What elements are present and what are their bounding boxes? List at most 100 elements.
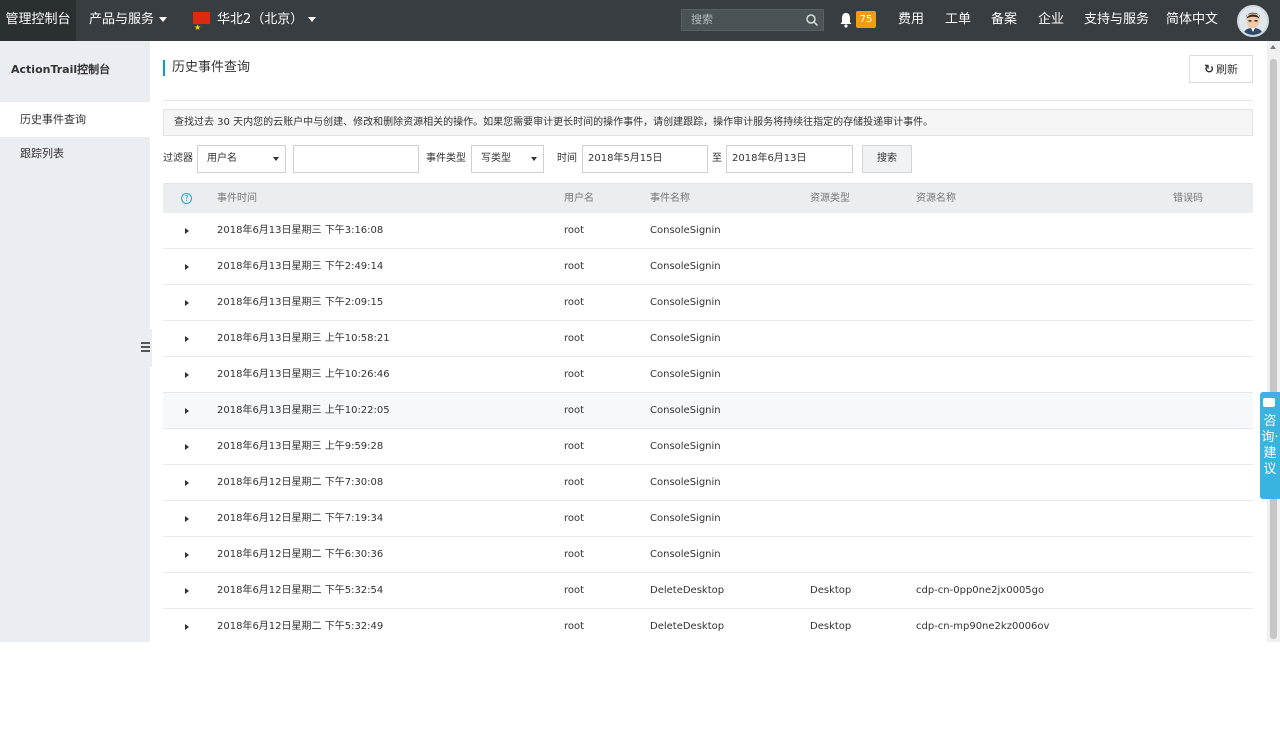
expand-row-icon[interactable] [185,444,189,450]
filter-field-select[interactable]: 用户名 [197,145,286,173]
sidebar-collapse-toggle[interactable] [139,329,152,367]
region-selector[interactable]: 华北2（北京） [193,0,317,48]
expand-row-icon[interactable] [185,300,189,306]
cell-event-time: 2018年6月13日星期三 下午2:09:15 [217,297,384,308]
cell-username: root [564,405,585,416]
help-icon[interactable]: ? [181,193,192,204]
filter-value-input[interactable] [293,145,419,173]
event-type-select[interactable]: 写类型 [471,145,544,173]
time-label: 时间 [557,153,577,164]
table-row[interactable]: 2018年6月13日星期三 下午2:09:15 root ConsoleSignin [163,285,1253,321]
products-label: 产品与服务 [89,12,155,27]
scrollbar-thumb[interactable] [1270,59,1277,639]
nav-icp-filing[interactable]: 备案 [991,0,1017,41]
expand-row-icon[interactable] [185,372,189,378]
expand-row-icon[interactable] [185,552,189,558]
chevron-down-icon [159,17,168,22]
cell-event-name: ConsoleSignin [650,297,721,308]
expand-row-icon[interactable] [185,624,189,630]
console-home-link[interactable]: 管理控制台 [0,0,76,41]
filter-label: 过滤器 [163,153,193,164]
cell-event-time: 2018年6月13日星期三 下午2:49:14 [217,261,384,272]
china-flag-icon [193,8,210,48]
consult-feedback-tab[interactable]: 咨询·建议 [1260,392,1280,499]
sidebar-item-event-history[interactable]: 历史事件查询 [0,102,150,137]
table-row[interactable]: 2018年6月13日星期三 上午10:26:46 root ConsoleSigni… [163,357,1253,393]
cell-event-name: ConsoleSignin [650,441,721,452]
table-row[interactable]: 2018年6月12日星期二 下午5:32:49 root DeleteDesktop… [163,609,1253,642]
table-row[interactable]: 2018年6月13日星期三 上午10:58:21 root ConsoleSigni… [163,321,1253,357]
expand-row-icon[interactable] [185,516,189,522]
start-date-value: 2018年5月15日 [588,153,663,164]
cell-event-name: ConsoleSignin [650,477,721,488]
cell-event-time: 2018年6月12日星期二 下午5:32:49 [217,621,384,632]
table-row[interactable]: 2018年6月12日星期二 下午5:32:54 root DeleteDesktop… [163,573,1253,609]
cell-username: root [564,297,585,308]
bell-icon[interactable] [838,11,854,29]
cell-username: root [564,513,585,524]
cell-username: root [564,477,585,488]
expand-row-icon[interactable] [185,408,189,414]
refresh-button[interactable]: ↻ 刷新 [1189,55,1253,83]
scroll-up-arrow-icon[interactable] [1270,45,1276,49]
cell-resource-type: Desktop [810,621,852,632]
table-header: ? 事件时间 用户名 事件名称 资源类型 资源名称 错误码 [163,183,1253,213]
global-search [681,9,824,31]
chevron-down-icon [273,157,279,161]
cell-event-name: DeleteDesktop [650,621,725,632]
cell-event-name: ConsoleSignin [650,261,721,272]
title-divider [163,100,1253,101]
table-row[interactable]: 2018年6月12日星期二 下午7:19:34 root ConsoleSignin [163,501,1253,537]
nav-tickets[interactable]: 工单 [945,0,971,41]
cell-event-name: ConsoleSignin [650,513,721,524]
cell-event-time: 2018年6月13日星期三 上午10:26:46 [217,369,390,380]
page-scrollbar[interactable] [1267,41,1280,642]
table-row[interactable]: 2018年6月12日星期二 下午7:30:08 root ConsoleSignin [163,465,1253,501]
products-menu[interactable]: 产品与服务 [89,0,168,41]
table-row[interactable]: 2018年6月13日星期三 上午9:59:28 root ConsoleSignin [163,429,1253,465]
chevron-down-icon [531,157,537,161]
end-date-value: 2018年6月13日 [732,153,807,164]
user-avatar[interactable] [1237,5,1269,37]
nav-support[interactable]: 支持与服务 [1084,0,1149,41]
cell-username: root [564,369,585,380]
cell-event-time: 2018年6月13日星期三 上午10:58:21 [217,333,390,344]
sidebar-title: ActionTrail控制台 [11,63,111,76]
expand-row-icon[interactable] [185,264,189,270]
cell-resource-name: cdp-cn-0pp0ne2jx0005go [916,585,1045,596]
col-username: 用户名 [564,193,594,204]
start-date-picker[interactable]: 2018年5月15日 [582,145,708,173]
expand-row-icon[interactable] [185,228,189,234]
nav-enterprise[interactable]: 企业 [1038,0,1064,41]
date-range-separator: 至 [712,153,722,164]
table-body: 2018年6月13日星期三 下午3:16:08 root ConsoleSignin… [163,213,1253,642]
avatar-face-icon [1239,7,1267,35]
end-date-picker[interactable]: 2018年6月13日 [726,145,853,173]
consult-tab-label: 咨询·建议 [1261,414,1279,477]
sidebar-item-label: 历史事件查询 [20,113,86,126]
expand-row-icon[interactable] [185,336,189,342]
cell-event-time: 2018年6月12日星期二 下午7:30:08 [217,477,384,488]
search-icon[interactable] [805,13,819,27]
cell-username: root [564,621,585,632]
expand-row-icon[interactable] [185,480,189,486]
nav-billing[interactable]: 费用 [898,0,924,41]
table-row[interactable]: 2018年6月13日星期三 上午10:22:05 root ConsoleSigni… [163,393,1253,429]
cell-username: root [564,441,585,452]
search-button[interactable]: 搜索 [862,145,912,173]
filter-field-value: 用户名 [207,153,237,164]
cell-username: root [564,585,585,596]
table-row[interactable]: 2018年6月13日星期三 下午3:16:08 root ConsoleSignin [163,213,1253,249]
cell-event-time: 2018年6月12日星期二 下午7:19:34 [217,513,384,524]
table-row[interactable]: 2018年6月12日星期二 下午6:30:36 root ConsoleSignin [163,537,1253,573]
notification-count-badge[interactable]: 75 [856,11,876,28]
col-event-time: 事件时间 [217,193,257,204]
cell-username: root [564,261,585,272]
cell-event-time: 2018年6月13日星期三 上午9:59:28 [217,441,384,452]
expand-row-icon[interactable] [185,588,189,594]
global-search-input[interactable] [682,10,800,30]
sidebar-item-trail-list[interactable]: 跟踪列表 [0,136,150,171]
table-row[interactable]: 2018年6月13日星期三 下午2:49:14 root ConsoleSignin [163,249,1253,285]
language-selector[interactable]: 简体中文 [1166,0,1218,41]
cell-username: root [564,333,585,344]
